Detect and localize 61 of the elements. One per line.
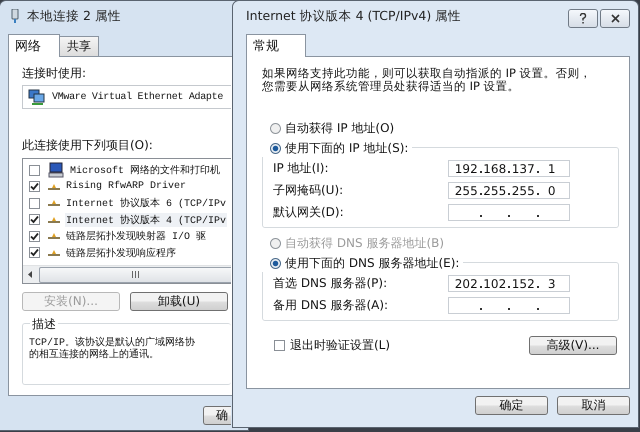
question-icon [579,13,587,24]
protocol-icon [48,250,60,256]
computer-icon [48,162,64,178]
scroll-thumb[interactable] [39,266,231,282]
network-adapter-icon [28,88,46,106]
ip-address-field[interactable]: 192 168 137 1 [448,160,570,177]
radio-button[interactable]: 使用下面的 DNS 服务器地址(E): [262,254,464,272]
grip-icon [132,271,140,278]
field-label: 子网掩码(U): [273,182,344,199]
ok-button[interactable]: 确 [203,406,231,425]
checkbox[interactable]: 退出时验证设置(L) [274,337,390,354]
protocol-icon [48,200,60,206]
window-title: Internet 协议版本 4 (TCP/IPv4) 属性 [246,8,462,24]
network-plug-icon [11,9,19,23]
close-button[interactable] [600,9,630,28]
checkbox[interactable] [29,198,40,209]
list-item[interactable]: 链路层拓扑发现映射器 I/O 驱 [65,229,208,244]
ip-address-field[interactable]: 202 102 152 3 [448,275,570,292]
tab[interactable]: 网络 [8,34,60,57]
protocol-icon [48,216,60,223]
group-label: 描述 [30,316,58,333]
radio-button[interactable]: 使用下面的 IP 地址(S): [262,139,412,157]
advanced-button[interactable]: 高级(V)... [529,336,617,355]
protocol-icon [48,233,60,240]
close-icon [610,14,620,23]
ip-address-field[interactable] [448,204,570,221]
list-item[interactable]: Internet 协议版本 4 (TCP/IPv [65,212,228,227]
checkbox[interactable] [29,214,40,226]
field-label: 备用 DNS 服务器(A): [273,297,390,314]
protocol-icon [48,184,60,190]
cancel-button[interactable]: 取消 [557,396,630,415]
checkbox[interactable] [29,181,40,192]
tab[interactable]: 常规 [246,34,306,57]
field-label: 默认网关(D): [273,204,345,221]
description-text: 如果网络支持此功能，则可以获取自动指派的 IP 设置。否则， [262,67,593,80]
help-button[interactable] [568,9,598,28]
list-item[interactable]: Rising RfwARP Driver [65,181,188,192]
ip-address-field[interactable]: 255 255 255 0 [448,182,570,199]
field-label: IP 地址(I): [273,160,330,177]
checkbox[interactable] [29,164,40,176]
tab[interactable]: 共享 [59,36,99,56]
radio-button[interactable]: 自动获得 IP 地址(O) [262,119,394,137]
adapter-field: VMware Virtual Ethernet Adapte [22,85,231,109]
label: 此连接使用下列项目(O): [22,137,154,154]
description-text: 的相互连接的网络上的通讯。 [29,350,160,362]
check-icon [30,182,39,192]
list-item[interactable]: 链路层拓扑发现响应程序 [65,246,177,260]
scroll-left-icon [27,271,33,278]
field-label: 首选 DNS 服务器(P): [273,275,388,292]
checkbox[interactable] [29,230,40,242]
description-text: TCP/IP。该协议是默认的广域网络协 [29,338,196,349]
list-item[interactable]: Microsoft 网络的文件和打印机 [69,163,222,178]
list-item[interactable]: Internet 协议版本 6 (TCP/IPv [65,196,228,210]
button[interactable]: 卸载(U) [130,292,228,311]
checkbox[interactable] [29,247,40,258]
label: 连接时使用: [22,65,88,82]
scrollbar[interactable] [23,265,231,283]
window-title: 本地连接 2 属性 [27,8,121,24]
description-text: 您需要从网络系统管理员处获得适当的 IP 设置。 [262,80,521,93]
ok-button[interactable]: 确定 [475,396,548,415]
ip-address-field[interactable] [448,297,570,314]
